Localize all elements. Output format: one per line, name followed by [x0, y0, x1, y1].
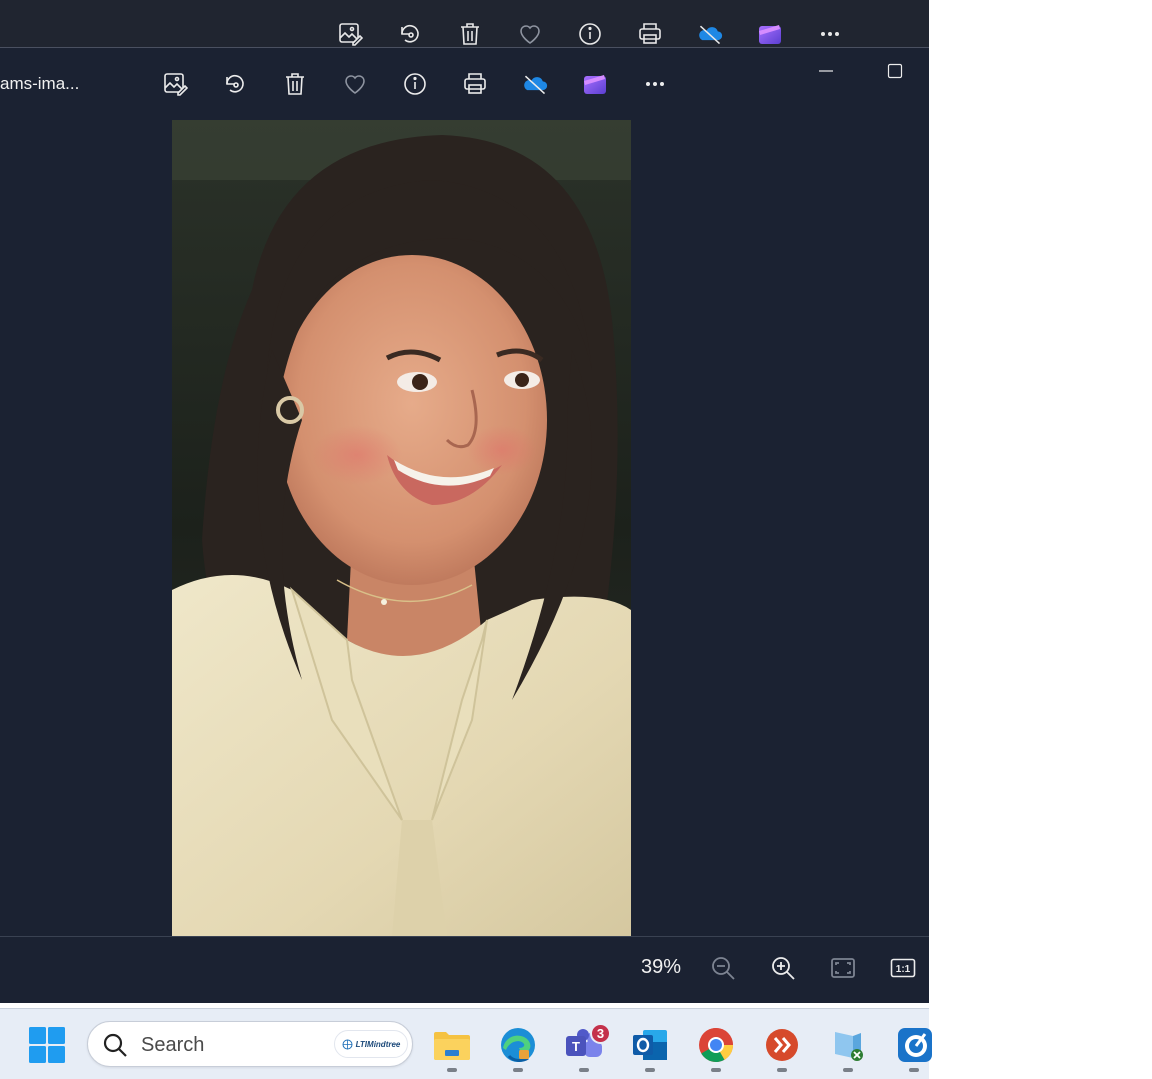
bottom-zoom-bar: 39% 1:1	[0, 936, 929, 996]
more-options-icon[interactable]	[625, 68, 685, 100]
running-indicator	[909, 1068, 919, 1072]
bg-info-icon[interactable]	[560, 18, 620, 50]
bg-onedrive-offline-icon[interactable]	[680, 18, 740, 50]
start-windows-icon[interactable]	[28, 1026, 66, 1064]
file-name: ams-ima...	[0, 74, 80, 93]
teams-notification-badge: 3	[590, 1023, 611, 1044]
windows-taskbar: Search LTIMindtree T 3	[0, 1008, 932, 1079]
onedrive-offline-icon[interactable]	[505, 68, 565, 100]
edge-icon[interactable]	[496, 1023, 540, 1067]
bg-edit-image-icon[interactable]	[320, 18, 380, 50]
zoom-level: 39%	[641, 956, 682, 978]
blue-app-icon[interactable]	[892, 1023, 936, 1067]
bg-favorite-heart-icon[interactable]	[500, 18, 560, 50]
ltimindtree-logo: LTIMindtree	[334, 1030, 408, 1058]
remote-desktop-icon[interactable]	[760, 1023, 804, 1067]
photo-toolbar	[145, 68, 685, 100]
edit-image-icon[interactable]	[145, 68, 205, 100]
search-placeholder: Search	[141, 1034, 205, 1056]
window-controls	[791, 56, 929, 86]
search-icon	[102, 1032, 128, 1062]
delete-icon[interactable]	[265, 68, 325, 100]
background-window-toolbar	[0, 0, 929, 48]
clipchamp-icon[interactable]	[565, 68, 625, 100]
bg-delete-icon[interactable]	[440, 18, 500, 50]
running-indicator	[777, 1068, 787, 1072]
actual-size-label: 1:1	[896, 964, 911, 975]
info-icon[interactable]	[385, 68, 445, 100]
taskbar-search-box[interactable]: Search LTIMindtree	[87, 1021, 413, 1067]
bg-rotate-icon[interactable]	[380, 18, 440, 50]
maximize-icon[interactable]	[860, 56, 929, 86]
title-bar: ams-ima...	[0, 48, 929, 120]
running-indicator	[447, 1068, 457, 1072]
running-indicator	[579, 1068, 589, 1072]
favorite-heart-icon[interactable]	[325, 68, 385, 100]
running-indicator	[513, 1068, 523, 1072]
zoom-out-icon[interactable]	[708, 953, 738, 983]
photo-viewport	[0, 120, 929, 936]
outlook-icon[interactable]	[628, 1023, 672, 1067]
running-indicator	[645, 1068, 655, 1072]
minimize-icon[interactable]	[791, 56, 860, 86]
portrait-photo[interactable]	[172, 120, 631, 936]
file-explorer-icon[interactable]	[430, 1023, 474, 1067]
actual-size-button[interactable]: 1:1	[888, 953, 918, 983]
rotate-icon[interactable]	[205, 68, 265, 100]
bg-clipchamp-icon[interactable]	[740, 18, 800, 50]
svg-text:T: T	[572, 1039, 580, 1054]
bg-more-options-icon[interactable]	[800, 18, 860, 50]
photos-window: ams-ima... 39% 1:1	[0, 48, 929, 1003]
chrome-icon[interactable]	[694, 1023, 738, 1067]
bg-print-icon[interactable]	[620, 18, 680, 50]
brand-label: LTIMindtree	[355, 1039, 401, 1049]
globe-icon	[342, 1039, 353, 1049]
running-indicator	[843, 1068, 853, 1072]
fit-to-window-icon[interactable]	[828, 953, 858, 983]
zoom-in-icon[interactable]	[768, 953, 798, 983]
screen: ams-ima... 39% 1:1 Search LTIMindtree T …	[0, 0, 1152, 1079]
running-indicator	[711, 1068, 721, 1072]
print-icon[interactable]	[445, 68, 505, 100]
network-app-icon[interactable]	[826, 1023, 870, 1067]
